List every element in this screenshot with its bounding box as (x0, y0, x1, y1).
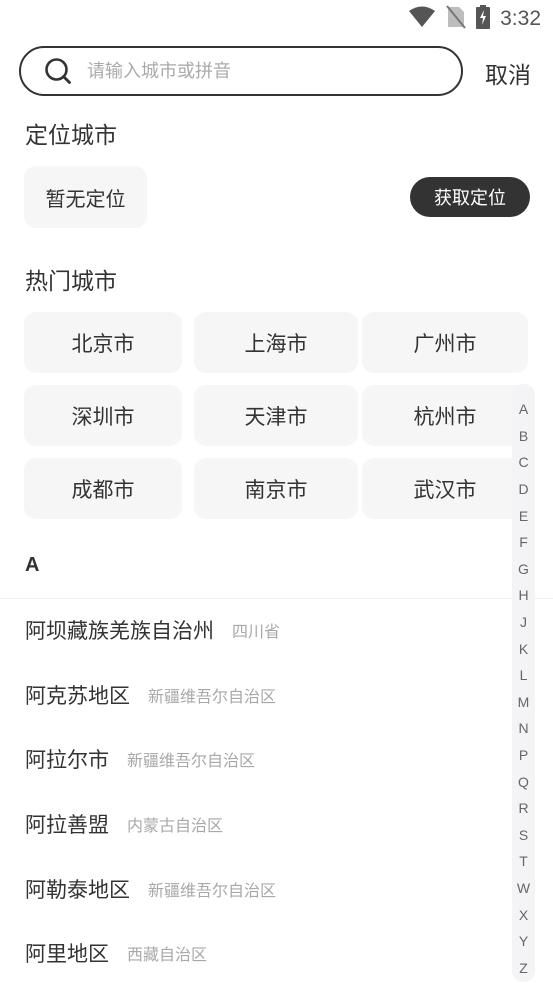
index-letter[interactable]: M (512, 689, 535, 716)
city-name: 阿勒泰地区 (25, 877, 130, 902)
list-item[interactable]: 阿拉善盟 内蒙古自治区 (0, 792, 510, 857)
hot-city-chip[interactable]: 武汉市 (362, 458, 528, 519)
hot-city-chip[interactable]: 天津市 (194, 385, 358, 446)
city-province: 四川省 (232, 622, 281, 642)
city-name: 阿克苏地区 (25, 683, 130, 708)
wifi-icon (408, 6, 436, 32)
city-name: 阿拉尔市 (25, 748, 109, 773)
hot-city-chip[interactable]: 深圳市 (24, 385, 182, 446)
index-letter[interactable]: Z (512, 954, 535, 981)
hot-city-chip[interactable]: 北京市 (24, 312, 182, 373)
city-name: 阿拉善盟 (25, 813, 109, 838)
index-letter[interactable]: N (512, 715, 535, 742)
hot-city-chip[interactable]: 上海市 (194, 312, 358, 373)
status-time: 3:32 (500, 7, 541, 30)
city-province: 新疆维吾尔自治区 (127, 751, 256, 771)
list-item[interactable]: 阿克苏地区 新疆维吾尔自治区 (0, 663, 510, 728)
hot-city-chip[interactable]: 南京市 (194, 458, 358, 519)
index-letter[interactable]: H (512, 582, 535, 609)
index-letter[interactable]: E (512, 502, 535, 529)
city-list: 阿坝藏族羌族自治州 四川省 阿克苏地区 新疆维吾尔自治区 阿拉尔市 新疆维吾尔自… (0, 598, 510, 983)
list-item[interactable]: 阿里地区 西藏自治区 (0, 921, 510, 983)
index-letter[interactable]: F (512, 529, 535, 556)
index-letter[interactable]: L (512, 662, 535, 689)
index-letter[interactable]: B (512, 423, 535, 450)
index-letter[interactable]: Q (512, 768, 535, 795)
hot-cities-title: 热门城市 (25, 269, 117, 295)
battery-charging-icon (476, 5, 491, 33)
list-item[interactable]: 阿拉尔市 新疆维吾尔自治区 (0, 727, 510, 792)
get-location-button[interactable]: 获取定位 (410, 177, 530, 217)
city-province: 西藏自治区 (127, 945, 208, 965)
city-province: 新疆维吾尔自治区 (148, 880, 277, 900)
search-icon (43, 56, 73, 86)
index-letter[interactable]: T (512, 848, 535, 875)
cancel-button[interactable]: 取消 (485, 56, 531, 90)
hot-city-chip[interactable]: 成都市 (24, 458, 182, 519)
city-province: 内蒙古自治区 (127, 816, 224, 836)
city-name: 阿里地区 (25, 942, 109, 967)
index-letter[interactable]: C (512, 449, 535, 476)
index-letter[interactable]: A (512, 396, 535, 423)
index-letter[interactable]: S (512, 822, 535, 849)
hot-city-chip[interactable]: 杭州市 (362, 385, 528, 446)
hot-cities-grid: 北京市 上海市 广州市 深圳市 天津市 杭州市 成都市 南京市 武汉市 (24, 312, 529, 519)
city-name: 阿坝藏族羌族自治州 (25, 619, 214, 644)
index-letter[interactable]: W (512, 875, 535, 902)
index-letter[interactable]: J (512, 609, 535, 636)
current-location-chip[interactable]: 暂无定位 (24, 166, 147, 228)
no-sim-icon (446, 5, 466, 33)
list-item[interactable]: 阿勒泰地区 新疆维吾尔自治区 (0, 856, 510, 921)
index-letter[interactable]: K (512, 635, 535, 662)
hot-city-chip[interactable]: 广州市 (362, 312, 528, 373)
city-province: 新疆维吾尔自治区 (148, 686, 277, 706)
index-letter[interactable]: X (512, 901, 535, 928)
search-box[interactable] (19, 46, 463, 96)
index-letter[interactable]: P (512, 742, 535, 769)
list-item[interactable]: 阿坝藏族羌族自治州 四川省 (0, 598, 510, 663)
location-section-title: 定位城市 (25, 123, 117, 149)
index-letter[interactable]: G (512, 556, 535, 583)
index-letter[interactable]: Y (512, 928, 535, 955)
index-letter[interactable]: D (512, 476, 535, 503)
index-letter[interactable]: R (512, 795, 535, 822)
search-input[interactable] (87, 60, 427, 82)
status-bar: 3:32 (0, 0, 553, 38)
letter-group-header: A (25, 554, 40, 576)
search-row: 取消 (19, 46, 539, 96)
alphabet-index-bar[interactable]: ABCDEFGHJKLMNPQRSTWXYZ (512, 384, 535, 982)
